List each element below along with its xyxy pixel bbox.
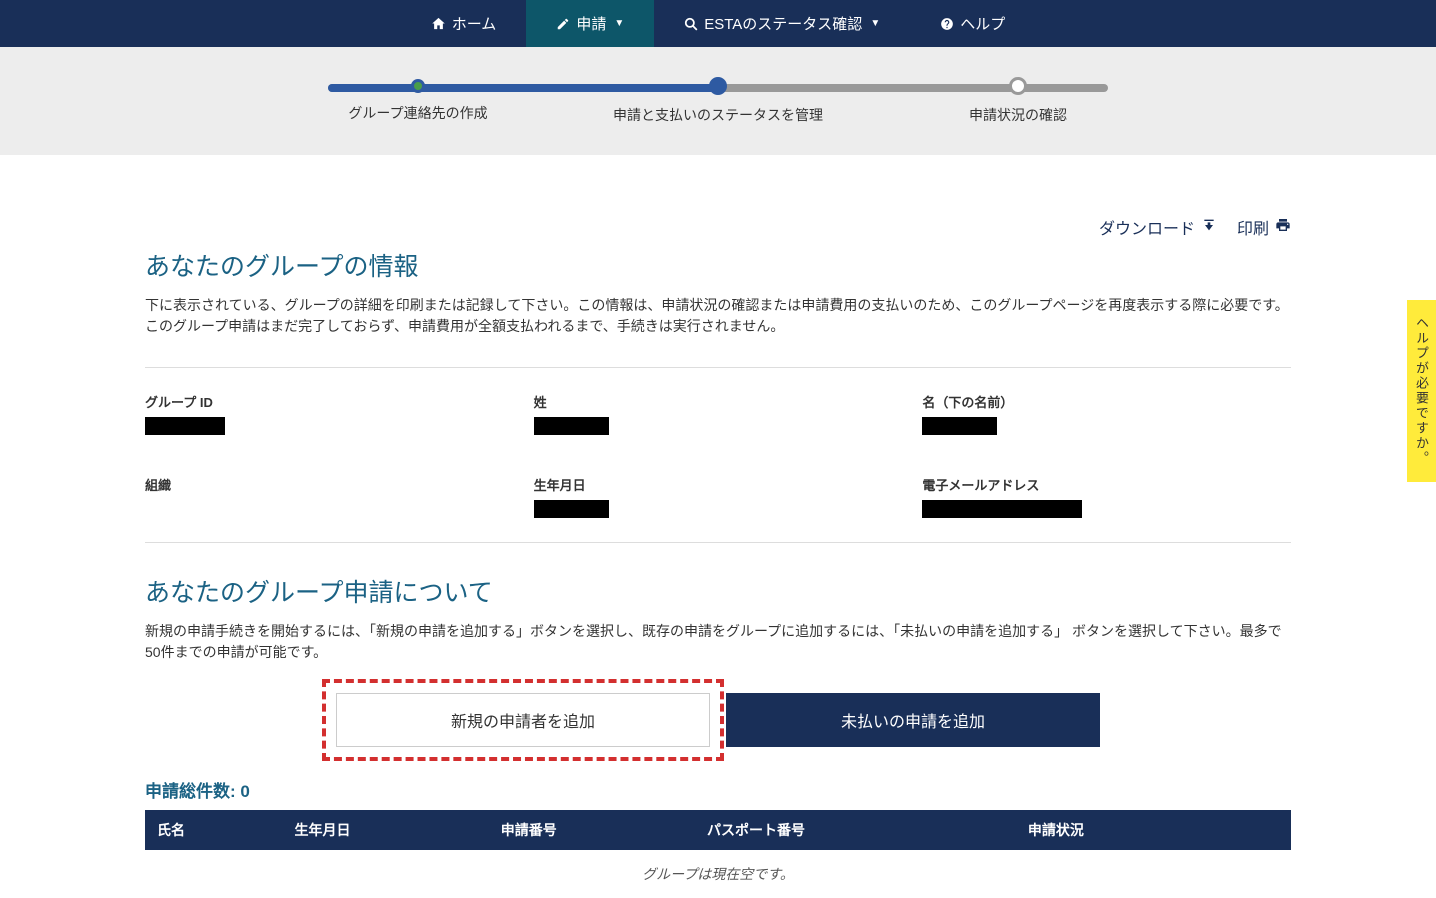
label-org: 組織: [145, 475, 514, 494]
nav-help-label: ヘルプ: [960, 13, 1005, 34]
group-app-desc: 新規の申請手続きを開始するには、「新規の申請を追加する」ボタンを選択し、既存の申…: [145, 621, 1291, 663]
print-label: 印刷: [1237, 215, 1269, 239]
print-icon: [1275, 217, 1291, 238]
add-new-applicant-button[interactable]: 新規の申請者を追加: [336, 693, 710, 747]
nav-home[interactable]: ホーム: [401, 0, 527, 47]
button-row: 新規の申請者を追加 未払いの申請を追加: [145, 693, 1291, 747]
info-first-name: 名（下の名前）: [922, 392, 1291, 435]
th-passport: パスポート番号: [695, 810, 1016, 850]
download-label: ダウンロード: [1099, 215, 1195, 239]
group-info-title: あなたのグループの情報: [145, 247, 1291, 283]
main-navbar: ホーム 申請 ▼ ESTAのステータス確認 ▼ ヘルプ: [0, 0, 1436, 47]
home-icon: [431, 16, 446, 31]
step-1-label: グループ連絡先の作成: [348, 103, 487, 123]
info-org: 組織: [145, 475, 514, 518]
search-icon: [684, 17, 698, 31]
group-info-desc: 下に表示されている、グループの詳細を印刷または記録して下さい。この情報は、申請状…: [145, 295, 1291, 337]
step-dot-current: [709, 77, 727, 95]
question-icon: [940, 17, 954, 31]
applications-table: 氏名 生年月日 申請番号 パスポート番号 申請状況 グループは現在空です。: [145, 810, 1291, 898]
info-dob: 生年月日: [534, 475, 903, 518]
info-grid: グループ ID 姓 名（下の名前） 組織 生年月日 電子メールアドレス: [145, 367, 1291, 543]
nav-status-label: ESTAのステータス確認: [704, 13, 862, 34]
nav-status[interactable]: ESTAのステータス確認 ▼: [654, 0, 910, 47]
label-email: 電子メールアドレス: [922, 475, 1291, 494]
empty-message: グループは現在空です。: [145, 850, 1291, 898]
value-group-id-redacted: [145, 417, 225, 435]
step-dot-done: [411, 79, 425, 93]
progress-step-3: 申請状況の確認: [868, 77, 1168, 125]
info-email: 電子メールアドレス: [922, 475, 1291, 518]
nav-apply[interactable]: 申請 ▼: [526, 0, 654, 47]
step-2-label: 申請と支払いのステータスを管理: [613, 105, 823, 125]
total-count: 申請総件数: 0: [145, 777, 1291, 802]
print-link[interactable]: 印刷: [1237, 215, 1291, 239]
info-group-id: グループ ID: [145, 392, 514, 435]
total-count-value: 0: [240, 782, 249, 801]
progress-section: グループ連絡先の作成 申請と支払いのステータスを管理 申請状況の確認: [0, 47, 1436, 155]
help-side-tab[interactable]: ヘルプが必要ですか。: [1407, 300, 1436, 482]
value-email-redacted: [922, 500, 1082, 518]
table-empty-row: グループは現在空です。: [145, 850, 1291, 898]
nav-home-label: ホーム: [452, 13, 497, 34]
label-first-name: 名（下の名前）: [922, 392, 1291, 411]
caret-down-icon: ▼: [870, 18, 880, 29]
progress-step-2: 申請と支払いのステータスを管理: [568, 77, 868, 125]
value-first-name-redacted: [922, 417, 997, 435]
add-unpaid-application-button[interactable]: 未払いの申請を追加: [726, 693, 1100, 747]
nav-apply-label: 申請: [576, 13, 606, 34]
label-last-name: 姓: [534, 392, 903, 411]
value-dob-redacted: [534, 500, 609, 518]
info-last-name: 姓: [534, 392, 903, 435]
th-name: 氏名: [145, 810, 283, 850]
value-last-name-redacted: [534, 417, 609, 435]
th-app-num: 申請番号: [489, 810, 695, 850]
label-group-id: グループ ID: [145, 392, 514, 411]
download-link[interactable]: ダウンロード: [1099, 215, 1217, 239]
download-icon: [1201, 217, 1217, 238]
group-app-title: あなたのグループ申請について: [145, 573, 1291, 609]
th-status: 申請状況: [1016, 810, 1291, 850]
step-dot-pending: [1009, 77, 1027, 95]
caret-down-icon: ▼: [614, 18, 624, 29]
top-actions: ダウンロード 印刷: [145, 215, 1291, 239]
label-dob: 生年月日: [534, 475, 903, 494]
total-count-label: 申請総件数:: [145, 782, 240, 801]
progress-step-1: グループ連絡先の作成: [268, 77, 568, 125]
step-3-label: 申請状況の確認: [969, 105, 1067, 125]
pencil-icon: [556, 17, 570, 31]
th-dob: 生年月日: [283, 810, 489, 850]
table-header-row: 氏名 生年月日 申請番号 パスポート番号 申請状況: [145, 810, 1291, 850]
nav-help[interactable]: ヘルプ: [910, 0, 1035, 47]
